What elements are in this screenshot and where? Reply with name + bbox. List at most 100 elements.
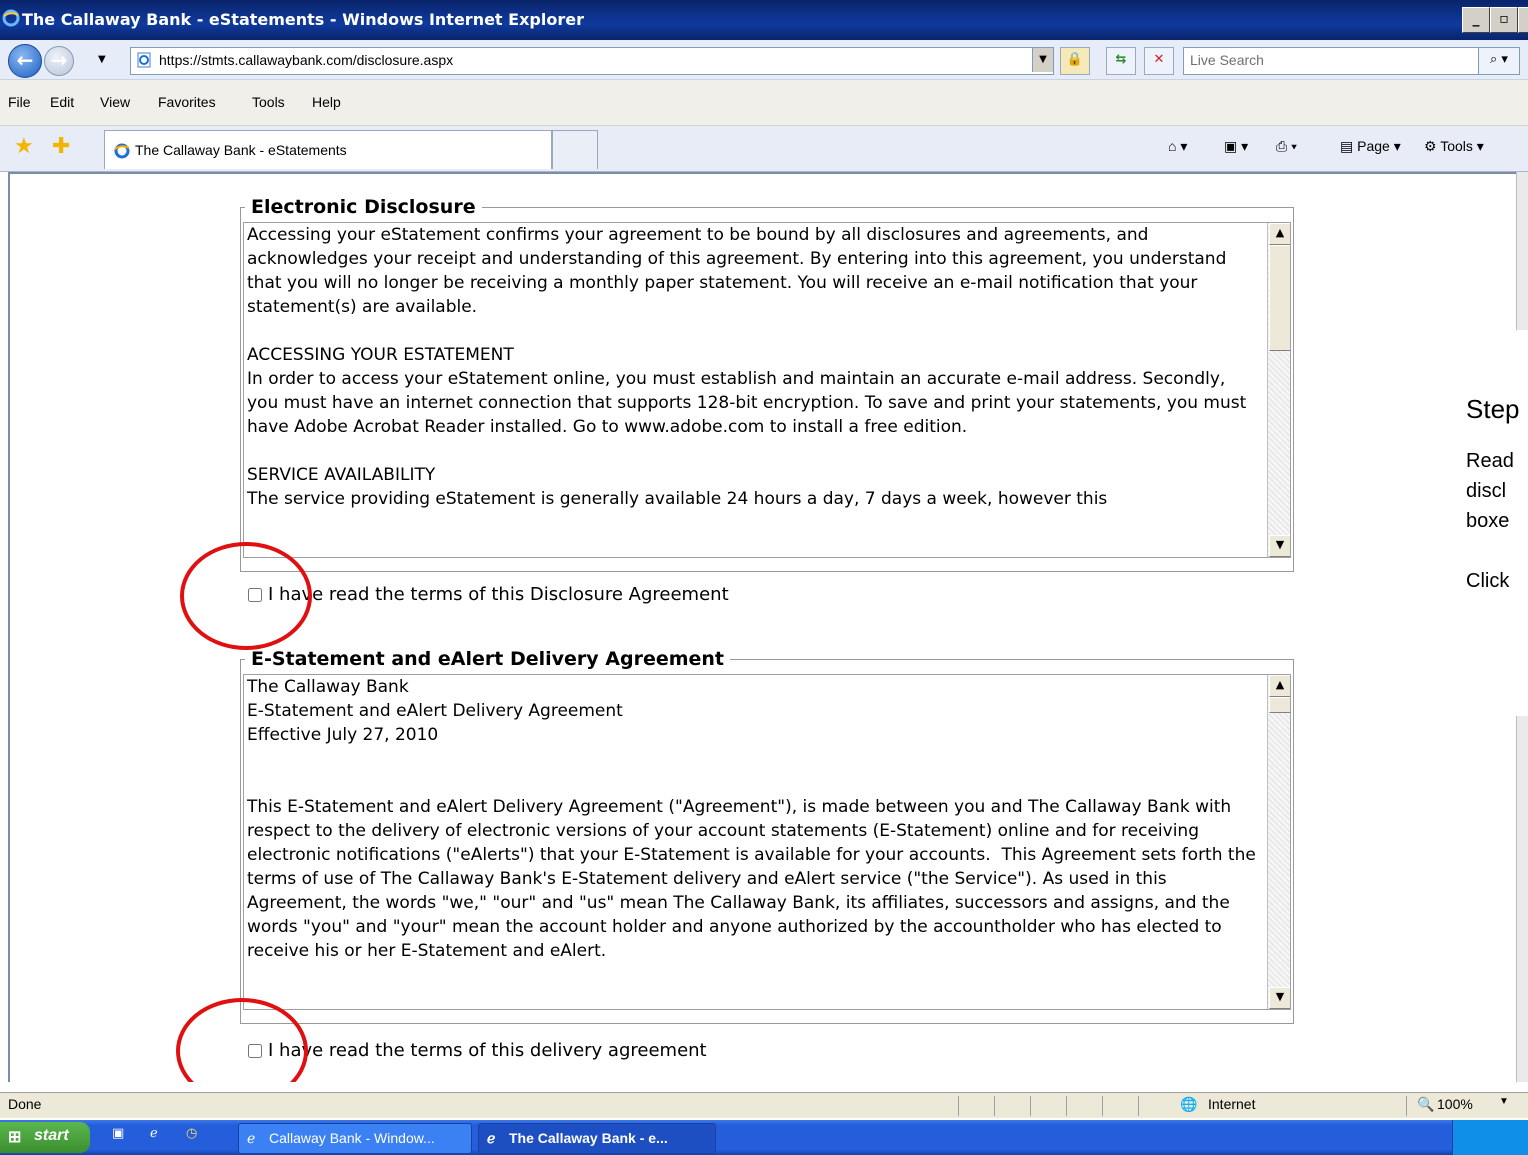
home-icon[interactable]: ⌂ ▾ — [1168, 138, 1187, 155]
address-bar[interactable]: https://stmts.callawaybank.com/disclosur… — [130, 47, 1054, 75]
delivery-heading: E-Statement and eAlert Delivery Agreemen… — [251, 648, 725, 670]
window-title-bar[interactable]: The Callaway Bank - eStatements - Window… — [0, 0, 1528, 40]
back-arrow-icon: ← — [16, 48, 34, 72]
add-favorite-icon[interactable]: ✚ — [52, 136, 70, 158]
quicklaunch-desktop-icon[interactable]: ▣ — [112, 1126, 124, 1141]
search-icon[interactable]: ⌕ ▾ — [1478, 47, 1520, 75]
menu-view[interactable]: View — [100, 94, 130, 110]
disclosure-fieldset: Electronic Disclosure Accessing your eSt… — [240, 196, 1294, 572]
scroll-up-icon[interactable]: ▲ — [1269, 675, 1290, 697]
internet-zone-icon: 🌐 — [1180, 1096, 1198, 1112]
taskbar-item-active[interactable]: ℯ The Callaway Bank - e... — [478, 1123, 716, 1154]
menu-file[interactable]: File — [8, 94, 31, 110]
status-segment — [994, 1096, 1031, 1116]
refresh-icon[interactable]: ⇆ — [1106, 47, 1136, 75]
annotation-circle — [180, 542, 312, 650]
tools-menu-label: Tools — [1440, 138, 1473, 154]
disclosure-text: Accessing your eStatement confirms your … — [247, 225, 1247, 509]
page-menu-button[interactable]: ▤ Page ▾ — [1340, 138, 1401, 155]
ie-logo-icon: ℯ — [247, 1130, 256, 1146]
delivery-text: The Callaway Bank E-Statement and eAlert… — [247, 677, 1256, 961]
address-url: https://stmts.callawaybank.com/disclosur… — [159, 52, 454, 68]
taskbar: ⊞ start ▣ ℯ ◷ ℯ Callaway Bank - Window..… — [0, 1120, 1528, 1155]
tab-callaway-estatements[interactable]: The Callaway Bank - eStatements — [104, 130, 552, 169]
status-segment — [1030, 1096, 1067, 1116]
scroll-down-icon[interactable]: ▼ — [1269, 535, 1290, 557]
page-content: Electronic Disclosure Accessing your eSt… — [8, 172, 1516, 1082]
tools-menu-button[interactable]: ⚙ Tools ▾ — [1424, 138, 1484, 155]
ie-logo-icon — [114, 143, 130, 159]
status-segment — [1102, 1096, 1139, 1116]
back-button[interactable]: ← — [8, 44, 42, 78]
scroll-thumb[interactable] — [1269, 245, 1290, 351]
zoom-control[interactable]: 🔍 100% ▼ — [1406, 1096, 1528, 1116]
system-tray[interactable] — [1452, 1120, 1528, 1155]
taskbar-item-label: The Callaway Bank - e... — [509, 1130, 668, 1146]
step-heading: Step — [1466, 394, 1520, 424]
chevron-down-icon: ▼ — [1499, 1096, 1509, 1107]
close-button[interactable] — [1518, 7, 1528, 33]
status-segment — [958, 1096, 995, 1116]
quicklaunch-ie-icon[interactable]: ℯ — [150, 1126, 158, 1141]
disclosure-checkbox-label: I have read the terms of this Disclosure… — [268, 584, 729, 605]
gear-icon: ⚙ — [1424, 138, 1441, 154]
security-zone: Internet — [1208, 1096, 1256, 1112]
step-line: boxe — [1466, 510, 1510, 532]
delivery-textarea[interactable]: The Callaway Bank E-Statement and eAlert… — [243, 674, 1291, 1010]
zoom-level: 100% — [1437, 1096, 1473, 1112]
menu-help[interactable]: Help — [312, 94, 341, 110]
forward-button[interactable]: → — [44, 46, 74, 76]
step-line: discl — [1466, 480, 1507, 502]
step-line: Click — [1466, 570, 1510, 592]
maximize-button[interactable]: ▫ — [1490, 7, 1518, 33]
scroll-thumb[interactable] — [1269, 697, 1290, 713]
new-tab-button[interactable] — [552, 130, 598, 169]
disclosure-heading: Electronic Disclosure — [251, 196, 476, 218]
ie-logo-icon: ℯ — [487, 1130, 496, 1146]
tab-bar: ★ ✚ The Callaway Bank - eStatements ⌂ ▾ … — [0, 126, 1528, 172]
tab-label: The Callaway Bank - eStatements — [135, 142, 347, 158]
zoom-icon: 🔍 — [1417, 1096, 1435, 1112]
status-segment — [1066, 1096, 1103, 1116]
page-icon — [137, 52, 151, 68]
delivery-fieldset: E-Statement and eAlert Delivery Agreemen… — [240, 648, 1294, 1024]
search-input[interactable]: Live Search — [1183, 47, 1481, 75]
disclosure-scrollbar[interactable]: ▲ ▼ — [1267, 223, 1290, 557]
taskbar-item-label: Callaway Bank - Window... — [269, 1130, 435, 1146]
navigation-bar: ← → ▼ https://stmts.callawaybank.com/dis… — [0, 40, 1528, 80]
menu-tools[interactable]: Tools — [252, 94, 285, 110]
status-segment — [1138, 1096, 1175, 1116]
scroll-down-icon[interactable]: ▼ — [1269, 987, 1290, 1009]
recent-pages-dropdown-icon[interactable]: ▼ — [98, 54, 106, 65]
status-bar: Done 🌐 Internet 🔍 100% ▼ — [0, 1092, 1528, 1118]
address-dropdown-icon[interactable]: ▼ — [1032, 48, 1053, 72]
menu-favorites[interactable]: Favorites — [158, 94, 216, 110]
delivery-scrollbar[interactable]: ▲ ▼ — [1267, 675, 1290, 1009]
scroll-up-icon[interactable]: ▲ — [1269, 223, 1290, 245]
step-instructions-panel: Step Read discl boxe Click — [1446, 330, 1528, 716]
page-menu-label: Page — [1357, 138, 1390, 154]
status-text: Done — [8, 1096, 42, 1112]
disclosure-checkbox-row: I have read the terms of this Disclosure… — [248, 584, 729, 605]
stop-icon[interactable]: ✕ — [1144, 47, 1174, 75]
menu-bar: File Edit View Favorites Tools Help — [0, 80, 1528, 126]
step-line: Read — [1466, 450, 1514, 472]
menu-edit[interactable]: Edit — [50, 94, 74, 110]
print-icon[interactable]: ⎙ ▾ — [1276, 138, 1297, 155]
ie-logo-icon — [2, 9, 20, 27]
taskbar-item[interactable]: ℯ Callaway Bank - Window... — [238, 1123, 472, 1154]
lock-icon[interactable]: 🔒 — [1060, 47, 1090, 75]
delivery-checkbox-row: I have read the terms of this delivery a… — [248, 1040, 707, 1061]
start-button[interactable]: ⊞ start — [0, 1122, 90, 1153]
forward-arrow-icon: → — [50, 48, 68, 72]
page-icon: ▤ — [1340, 138, 1358, 154]
quicklaunch-clock-icon[interactable]: ◷ — [186, 1126, 197, 1141]
window-title: The Callaway Bank - eStatements - Window… — [22, 10, 584, 29]
start-label: start — [34, 1127, 69, 1144]
disclosure-textarea[interactable]: Accessing your eStatement confirms your … — [243, 222, 1291, 558]
feeds-icon[interactable]: ▣ ▾ — [1224, 138, 1248, 155]
delivery-checkbox-label: I have read the terms of this delivery a… — [268, 1040, 707, 1061]
windows-logo-icon: ⊞ — [8, 1129, 22, 1146]
favorites-star-icon[interactable]: ★ — [14, 136, 34, 158]
minimize-button[interactable]: _ — [1462, 7, 1490, 33]
